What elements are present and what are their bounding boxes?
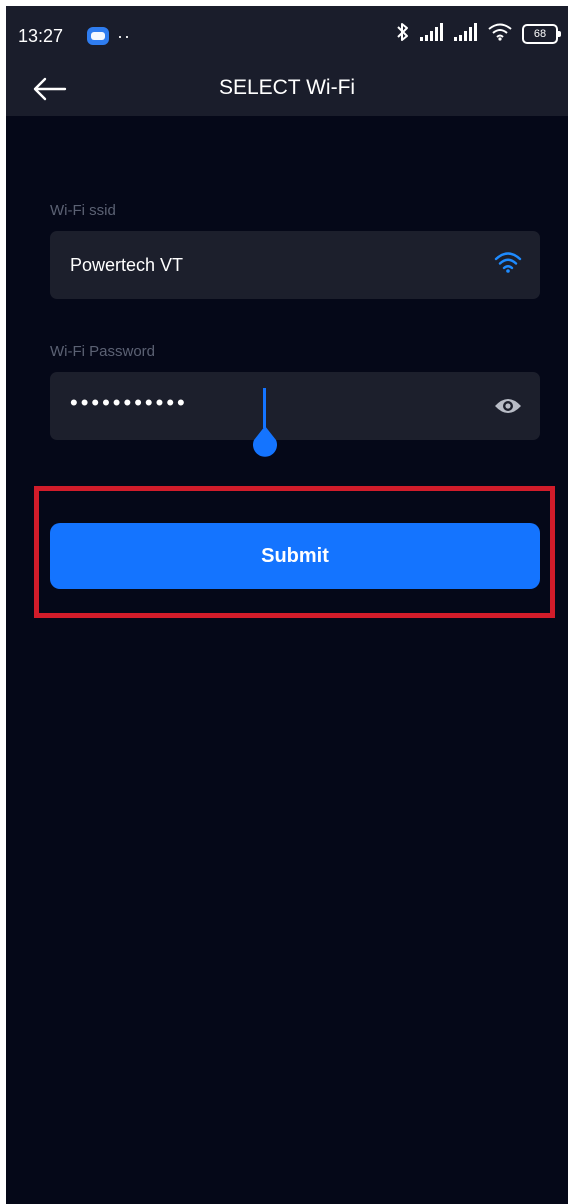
signal-icon <box>454 22 478 46</box>
wifi-icon <box>488 23 512 46</box>
status-icons: 68 <box>396 22 561 47</box>
password-label: Wi-Fi Password <box>50 343 156 360</box>
zalo-notification-icon <box>87 27 109 45</box>
status-bar: 13:27 ·· 68 <box>6 6 568 62</box>
password-field[interactable]: ••••••••••• <box>50 372 540 457</box>
signal-icon <box>420 22 444 46</box>
bluetooth-icon <box>396 22 410 47</box>
ssid-field[interactable]: Powertech VT <box>50 231 540 299</box>
status-time: 13:27 <box>18 26 64 46</box>
submit-button[interactable]: Submit <box>50 523 540 589</box>
ssid-value: Powertech VT <box>70 255 184 275</box>
password-value: ••••••••••• <box>70 390 188 415</box>
app-header: SELECT Wi-Fi <box>6 62 568 116</box>
eye-icon[interactable] <box>494 396 522 421</box>
text-cursor-handle[interactable] <box>248 388 282 458</box>
ssid-label: Wi-Fi ssid <box>50 202 116 219</box>
notification-dots: ·· <box>117 26 131 46</box>
page-title: SELECT Wi-Fi <box>218 76 356 99</box>
battery-icon: 68 <box>522 24 561 44</box>
app-screen: 13:27 ·· 68 SELECT Wi-Fi Wi-Fi ssid Powe… <box>6 6 568 1204</box>
wifi-icon[interactable] <box>494 251 522 278</box>
